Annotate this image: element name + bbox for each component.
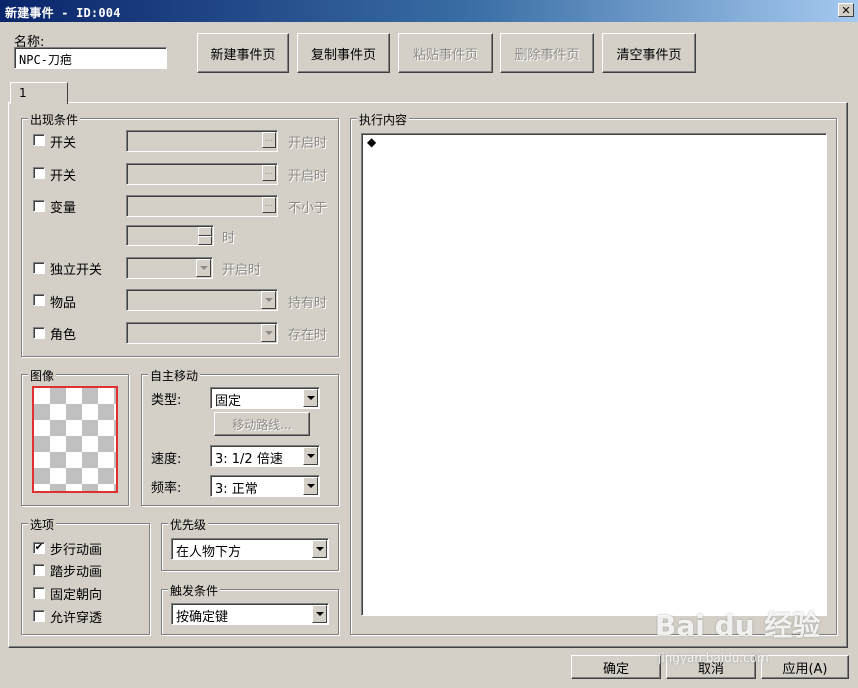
chevron-down-icon[interactable] [196,259,211,277]
watermark-logo: Bai du 经验 [655,609,821,642]
switch2-ellipsis-button[interactable]: ... [262,165,276,181]
movement-title: 自主移动 [148,367,201,384]
variable-suffix: 不小于 [288,201,328,216]
chevron-down-icon[interactable] [261,291,276,309]
delete-page-button[interactable]: 删除事件页 [500,33,594,73]
through-checkbox[interactable] [33,610,45,622]
movement-speed-value: 3: 1/2 倍速 [215,452,283,467]
trigger-dropdown[interactable]: 按确定键 [171,603,329,625]
item-checkbox[interactable] [33,294,45,306]
chevron-down-icon[interactable] [312,605,327,623]
option-label: 固定朝向 [50,588,103,603]
priority-dropdown[interactable]: 在人物下方 [171,538,329,560]
apply-button[interactable]: 应用(A) [761,655,849,679]
priority-value: 在人物下方 [176,545,242,560]
item-suffix: 持有时 [288,296,328,311]
movement-speed-label: 速度: [151,452,182,467]
switch2-field[interactable]: ... [126,163,278,185]
window-title: 新建事件 - ID:004 [5,6,121,20]
contents-list[interactable]: ◆ [361,133,827,616]
event-editor-window: 新建事件 - ID:004 ✕ 名称: NPC-刀疤 新建事件页 复制事件页 粘… [0,0,858,688]
new-page-button[interactable]: 新建事件页 [197,33,289,73]
options-title: 选项 [28,516,57,533]
variable-label: 变量 [50,201,77,216]
actor-label: 角色 [50,328,77,343]
option-label: 允许穿透 [50,611,103,626]
variable-value-spinner[interactable] [126,225,214,246]
graphic-preview[interactable] [32,386,118,493]
trigger-title: 触发条件 [168,582,221,599]
walk-anim-checkbox[interactable]: ✔ [33,542,45,554]
option-label: 踏步动画 [50,565,103,580]
movement-type-value: 固定 [215,394,242,409]
switch2-suffix: 开启时 [288,169,328,184]
command-bullet-icon[interactable]: ◆ [367,135,376,149]
ok-button[interactable]: 确定 [571,655,661,679]
switch1-ellipsis-button[interactable]: ... [262,132,276,148]
self-switch-dropdown[interactable] [126,257,213,279]
switch1-label: 开关 [50,136,77,151]
switch1-checkbox[interactable] [33,134,45,146]
variable-ellipsis-button[interactable]: ... [262,197,276,213]
actor-dropdown[interactable] [126,322,278,344]
title-bar[interactable]: 新建事件 - ID:004 ✕ [0,0,858,22]
option-label: 步行动画 [50,543,103,558]
variable-checkbox[interactable] [33,200,45,212]
variable-value-suffix: 时 [222,231,236,246]
chevron-down-icon[interactable] [303,447,318,465]
chevron-down-icon[interactable] [303,389,318,407]
chevron-down-icon[interactable] [303,477,318,495]
movement-freq-dropdown[interactable]: 3: 正常 [210,475,320,497]
switch2-label: 开关 [50,169,77,184]
spin-up-icon[interactable] [198,227,212,236]
watermark-url: jingyan.baidu.com [658,651,769,665]
copy-page-button[interactable]: 复制事件页 [297,33,390,73]
switch2-checkbox[interactable] [33,167,45,179]
item-label: 物品 [50,296,77,311]
actor-suffix: 存在时 [288,328,328,343]
direction-fix-checkbox[interactable] [33,587,45,599]
tab-page-1[interactable]: 1 [10,82,68,104]
variable-field[interactable]: ... [126,195,278,217]
item-dropdown[interactable] [126,289,278,311]
movement-freq-label: 频率: [151,481,182,496]
paste-page-button[interactable]: 粘贴事件页 [398,33,493,73]
move-route-button[interactable]: 移动路线... [214,412,310,436]
chevron-down-icon[interactable] [261,324,276,342]
self-switch-suffix: 开启时 [222,263,262,278]
movement-type-dropdown[interactable]: 固定 [210,387,320,409]
contents-title: 执行内容 [357,111,410,128]
name-input[interactable]: NPC-刀疤 [14,47,167,69]
self-switch-checkbox[interactable] [33,262,45,274]
name-input-value: NPC-刀疤 [19,53,72,67]
movement-freq-value: 3: 正常 [215,482,258,497]
chevron-down-icon[interactable] [312,540,327,558]
step-anim-checkbox[interactable] [33,564,45,576]
clear-page-button[interactable]: 清空事件页 [602,33,696,73]
self-switch-label: 独立开关 [50,263,103,278]
conditions-title: 出现条件 [28,111,81,128]
priority-title: 优先级 [168,516,209,533]
switch1-field[interactable]: ... [126,130,278,152]
movement-type-label: 类型: [151,393,182,408]
movement-speed-dropdown[interactable]: 3: 1/2 倍速 [210,445,320,467]
close-icon[interactable]: ✕ [838,3,854,17]
trigger-value: 按确定键 [176,610,229,625]
actor-checkbox[interactable] [33,327,45,339]
switch1-suffix: 开启时 [288,136,328,151]
graphic-title: 图像 [28,367,57,384]
spin-down-icon[interactable] [198,236,212,245]
